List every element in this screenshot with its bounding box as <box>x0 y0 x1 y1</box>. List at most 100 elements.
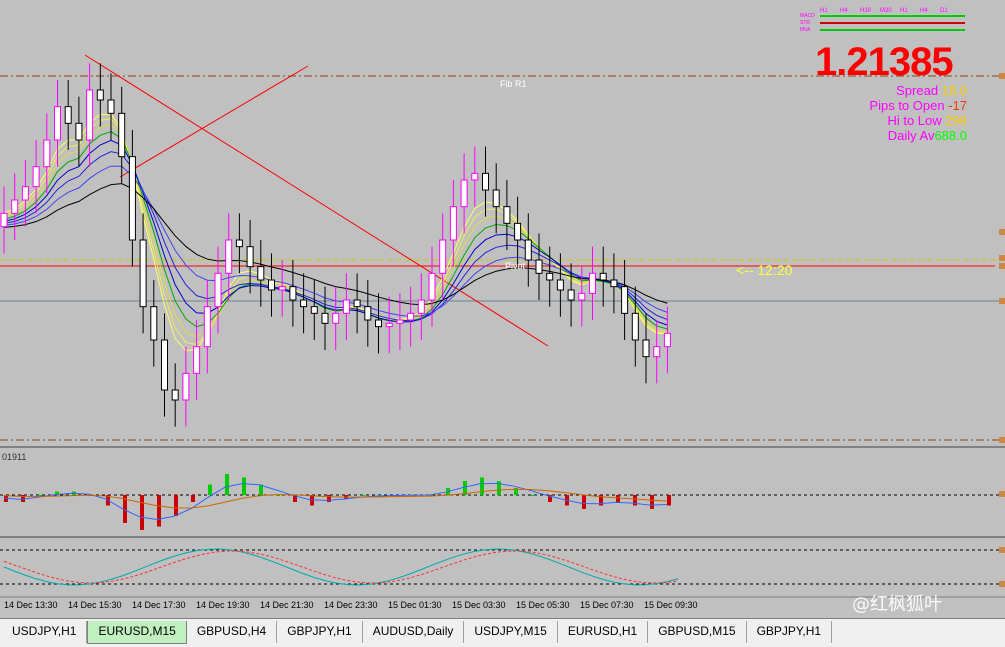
candle-body <box>492 189 500 208</box>
macd-bar <box>208 484 212 495</box>
tab-gbpjpy-h1[interactable]: GBPJPY,H1 <box>277 621 363 643</box>
candle-body <box>471 172 479 181</box>
macd-bar <box>225 474 229 495</box>
timeframe-label: H30 <box>860 8 872 14</box>
spread-value: 18.0 <box>941 83 967 98</box>
fib-r1-label: Fib R1 <box>500 79 527 89</box>
candle-body <box>342 299 350 314</box>
candle-body <box>193 346 201 374</box>
candle-body <box>514 222 522 241</box>
candle-body <box>203 306 211 348</box>
time-tick-label: 14 Dec 15:30 <box>68 600 122 610</box>
candle-body <box>225 239 233 274</box>
candle-body <box>503 206 511 224</box>
candle-body <box>578 292 586 301</box>
candle-body <box>300 299 308 308</box>
time-tick-label: 14 Dec 13:30 <box>4 600 58 610</box>
tab-usdjpy-m15[interactable]: USDJPY,M15 <box>464 621 558 643</box>
time-tick-label: 14 Dec 21:30 <box>260 600 314 610</box>
axis-marker <box>999 581 1005 587</box>
candle-body <box>439 239 447 274</box>
candle-body <box>43 139 51 168</box>
candle-body <box>556 279 564 291</box>
candle-body <box>150 306 158 341</box>
candle-body <box>118 112 126 158</box>
candle-body <box>621 286 629 314</box>
candle-body <box>332 312 340 324</box>
candle-body <box>428 272 436 301</box>
candle-body <box>246 246 254 268</box>
time-tick-label: 14 Dec 17:30 <box>132 600 186 610</box>
tab-gbpjpy-h1[interactable]: GBPJPY,H1 <box>746 621 833 643</box>
axis-marker <box>999 263 1005 269</box>
tab-eurusd-m15[interactable]: EURUSD,M15 <box>87 621 187 644</box>
macd-bar <box>276 495 280 496</box>
axis-marker <box>999 229 1005 235</box>
tab-audusd-daily[interactable]: AUDUSD,Daily <box>362 621 465 643</box>
current-price: 1.21385 <box>815 40 954 84</box>
time-tick-label: 15 Dec 07:30 <box>580 600 634 610</box>
timeframe-label: M30 <box>880 8 892 14</box>
pivot-time-label: <-- 12:20 <box>736 262 793 278</box>
candle-body <box>364 306 372 321</box>
time-tick-label: 14 Dec 23:30 <box>324 600 378 610</box>
candle-body <box>235 239 243 248</box>
candle-body <box>128 156 136 241</box>
candle-body <box>75 122 83 141</box>
candle-body <box>268 279 275 291</box>
candle-body <box>482 172 489 191</box>
tab-usdjpy-h1[interactable]: USDJPY,H1 <box>2 621 88 643</box>
candle-body <box>407 312 415 321</box>
candle-body <box>54 106 61 141</box>
time-tick-label: 15 Dec 01:30 <box>388 600 442 610</box>
tab-gbpusd-h4[interactable]: GBPUSD,H4 <box>186 621 278 643</box>
candle-body <box>107 99 115 114</box>
pivot-label: Pivot <box>505 261 526 271</box>
time-tick-label: 15 Dec 03:30 <box>452 600 506 610</box>
candle-body <box>417 299 425 314</box>
candle-body <box>610 279 618 288</box>
daily-avg-label: Daily Av <box>887 128 935 143</box>
price-chart[interactable]: H1 H4 H30 M30 H1 H4 D1 MACD STR MVA Fib R1 Pivot … <box>0 0 1005 618</box>
timeframe-label: D1 <box>940 8 948 14</box>
candle-body <box>182 372 190 401</box>
candle-body <box>642 339 650 358</box>
chart-canvas: H1 H4 H30 M30 H1 H4 D1 MACDSTRMVA <box>0 8 1005 598</box>
macd-bar <box>191 495 195 502</box>
time-tick-label: 14 Dec 19:30 <box>196 600 250 610</box>
indicator-label: MVA <box>800 27 811 33</box>
candle-body <box>599 272 607 281</box>
axis-marker <box>999 255 1005 261</box>
axis-marker <box>999 73 1005 79</box>
tab-eurusd-h1[interactable]: EURUSD,H1 <box>557 621 649 643</box>
candle-body <box>460 179 468 208</box>
candle-body <box>32 166 40 188</box>
macd-bar <box>242 477 246 495</box>
tab-gbpusd-m15[interactable]: GBPUSD,M15 <box>648 621 747 643</box>
timeframe-label: H1 <box>900 8 908 14</box>
axis-marker <box>999 547 1005 553</box>
candle-body <box>86 89 94 141</box>
candle-body <box>396 319 404 324</box>
candle-body <box>524 239 532 261</box>
pips-to-open-value: -17 <box>948 98 967 113</box>
spread-label: Spread <box>896 83 939 98</box>
daily-avg-row: Daily Av688.0 <box>888 128 967 143</box>
candle-body <box>653 346 661 358</box>
macd-bar <box>157 495 161 527</box>
candle-body <box>64 106 72 124</box>
candle-body <box>310 306 318 314</box>
axis-marker <box>999 437 1005 443</box>
ma-line <box>3 183 668 306</box>
candle-body <box>161 339 168 391</box>
candle-body <box>663 332 671 348</box>
indicator-label: MACD <box>800 13 815 19</box>
candle-body <box>385 322 393 328</box>
chart-tab-bar: USDJPY,H1 EURUSD,M15 GBPUSD,H4 GBPJPY,H1 AUD… <box>0 618 1005 647</box>
macd-bar <box>361 495 365 496</box>
macd-bar <box>480 477 484 495</box>
daily-avg-value: 688.0 <box>934 128 967 143</box>
macd-bar <box>616 495 620 502</box>
macd-bar <box>140 495 144 530</box>
candle-body <box>171 389 179 401</box>
